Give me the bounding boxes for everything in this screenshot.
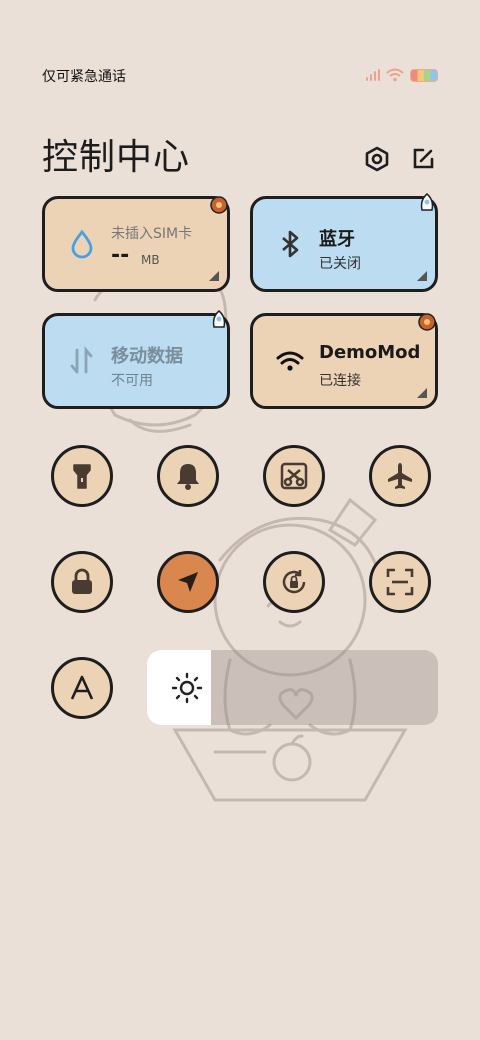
- data-usage-tile[interactable]: 未插入SIM卡 -- MB: [42, 196, 230, 292]
- tile-status: 已关闭: [319, 256, 361, 272]
- tile-status: 不可用: [111, 373, 153, 389]
- flashlight-icon: [73, 464, 91, 489]
- data-usage-value: --: [111, 243, 130, 268]
- lock-icon: [72, 568, 92, 594]
- settings-button[interactable]: [362, 144, 392, 174]
- status-bar: 仅可紧急通话: [0, 60, 480, 94]
- wifi-tile[interactable]: DemoMod 已连接: [250, 313, 438, 409]
- data-usage-unit: MB: [141, 253, 160, 267]
- lock-screen-toggle[interactable]: [51, 551, 113, 613]
- edit-button[interactable]: [408, 144, 438, 174]
- brightness-slider[interactable]: [147, 650, 438, 725]
- rotation-lock-toggle[interactable]: [263, 551, 325, 613]
- carrier-status-text: 仅可紧急通话: [42, 69, 126, 85]
- airplane-icon: [388, 463, 412, 489]
- location-arrow-icon: [178, 572, 198, 592]
- screenshot-toggle[interactable]: [263, 445, 325, 507]
- location-toggle[interactable]: [157, 551, 219, 613]
- edit-icon: [413, 148, 434, 169]
- tile-label: 蓝牙: [319, 229, 355, 250]
- expand-corner-icon: [417, 388, 427, 398]
- wifi-icon: [275, 346, 305, 376]
- sticker-rocket-icon: [420, 193, 434, 211]
- scan-icon: [386, 568, 414, 596]
- mobile-data-tile[interactable]: 移动数据 不可用: [42, 310, 230, 409]
- bell-icon: [177, 464, 199, 490]
- battery-icon: [410, 68, 438, 82]
- font-size-toggle[interactable]: [51, 657, 113, 719]
- sticker-rocket-icon: [418, 313, 436, 331]
- wifi-icon: [386, 68, 404, 82]
- ring-mode-toggle[interactable]: [157, 445, 219, 507]
- flashlight-toggle[interactable]: [51, 445, 113, 507]
- data-arrows-icon: [67, 346, 97, 376]
- tile-label: 未插入SIM卡: [111, 226, 193, 242]
- scanner-toggle[interactable]: [369, 551, 431, 613]
- bluetooth-tile[interactable]: 蓝牙 已关闭: [250, 193, 438, 292]
- signal-icon: [366, 69, 380, 81]
- page-title: 控制中心: [42, 137, 191, 178]
- expand-corner-icon: [209, 271, 219, 281]
- scissors-icon: [280, 462, 308, 490]
- sticker-rocket-icon: [210, 196, 228, 214]
- sticker-rocket-icon: [212, 310, 226, 328]
- sun-icon: [171, 672, 203, 704]
- tile-status: 已连接: [319, 373, 361, 389]
- rotation-lock-icon: [282, 570, 306, 594]
- tile-label: 移动数据: [111, 346, 183, 367]
- water-drop-icon: [67, 229, 97, 259]
- expand-corner-icon: [417, 271, 427, 281]
- status-icons: [366, 68, 438, 82]
- airplane-mode-toggle[interactable]: [369, 445, 431, 507]
- bluetooth-icon: [275, 229, 305, 259]
- tile-label: DemoMod: [319, 342, 421, 363]
- settings-icon: [365, 146, 389, 172]
- letter-a-icon: [70, 675, 94, 700]
